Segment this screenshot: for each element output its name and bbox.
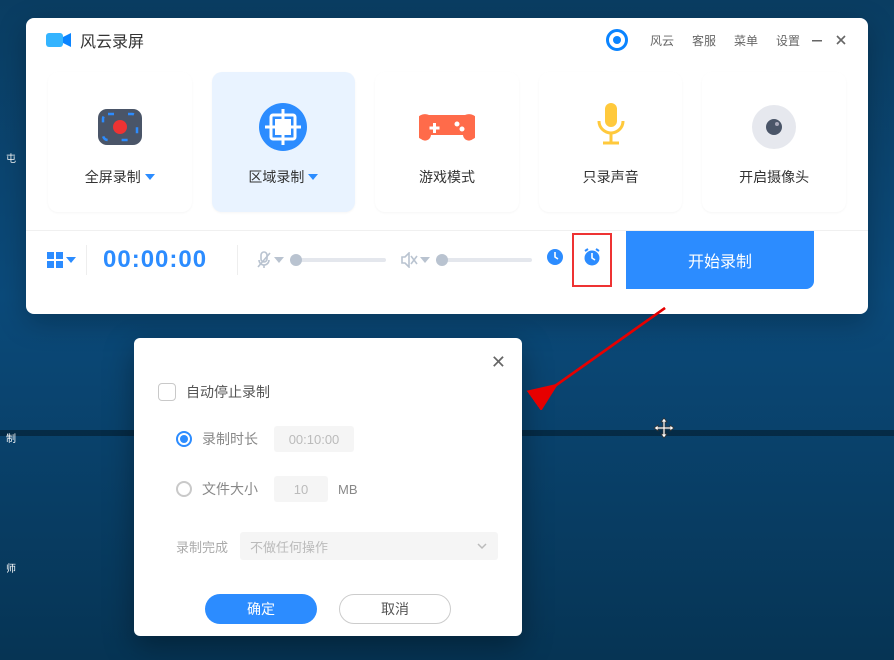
mode-region[interactable]: 区域录制 [212,72,356,212]
filesize-label: 文件大小 [202,479,264,499]
duration-input[interactable]: 00:10:00 [274,426,354,452]
move-cursor-icon [652,416,676,440]
speaker-muted-icon [400,252,430,268]
duration-label: 录制时长 [202,429,264,449]
timer-display: 00:00:00 [103,246,233,274]
auto-stop-label: 自动停止录制 [186,382,270,402]
ok-button[interactable]: 确定 [205,594,317,624]
after-select[interactable]: 不做任何操作 [240,532,498,560]
mode-game[interactable]: 游戏模式 [375,72,519,212]
titlebar: 风云录屏 风云 客服 菜单 设置 [26,18,868,62]
fullscreen-icon [92,97,148,157]
chevron-down-icon [308,174,318,180]
duration-radio[interactable] [176,431,192,447]
nav-support[interactable]: 客服 [692,32,716,49]
webcam-icon [748,97,800,157]
gamepad-icon [419,97,475,157]
mic-slider[interactable] [290,258,386,262]
mic-control[interactable] [256,251,386,269]
after-value: 不做任何操作 [250,537,328,556]
after-label: 录制完成 [176,537,228,556]
mic-muted-icon [256,251,284,269]
desktop-label: 制 [6,430,16,445]
mode-label: 全屏录制 [85,167,141,187]
mode-audio[interactable]: 只录声音 [539,72,683,212]
start-label: 开始录制 [688,248,752,272]
auto-stop-modal: ✕ 自动停止录制 录制时长 00:10:00 文件大小 10 MB 录制完成 不… [134,338,522,636]
modal-close-button[interactable]: ✕ [491,352,506,373]
speaker-control[interactable] [400,252,532,268]
alarm-highlight [572,233,612,287]
nav-fengyun[interactable]: 风云 [650,32,674,49]
microphone-icon [591,97,631,157]
annotation-arrow [520,300,680,410]
layout-button[interactable] [44,248,78,272]
nav-menu[interactable]: 菜单 [734,32,758,49]
start-record-button[interactable]: 开始录制 [626,231,814,289]
camera-icon [46,31,72,49]
mode-label: 游戏模式 [419,167,475,187]
filesize-unit: MB [338,482,358,497]
mode-label: 开启摄像头 [739,167,809,187]
chevron-down-icon [145,174,155,180]
chevron-down-icon [66,257,76,263]
desktop-label: 屯 [6,150,16,165]
mode-label: 只录声音 [583,167,639,187]
fengyun-icon[interactable] [606,29,628,51]
nav-settings[interactable]: 设置 [776,32,800,49]
cancel-button[interactable]: 取消 [339,594,451,624]
filesize-input[interactable]: 10 [274,476,328,502]
filesize-radio[interactable] [176,481,192,497]
mode-label: 区域录制 [248,167,304,187]
clock-icon[interactable] [546,248,564,271]
desktop-label: 师 [6,560,16,575]
close-button[interactable] [834,33,848,47]
desktop-edge: 屯 制 师 [0,0,18,660]
control-bar: 00:00:00 开始录制 [26,230,868,288]
chevron-down-icon [476,540,488,552]
app-window: 风云录屏 风云 客服 菜单 设置 全屏录制 区域录制 游 [26,18,868,314]
minimize-button[interactable] [810,33,824,47]
region-icon [255,97,311,157]
modes-row: 全屏录制 区域录制 游戏模式 只录声音 开启摄像头 [26,62,868,230]
mode-camera[interactable]: 开启摄像头 [702,72,846,212]
auto-stop-checkbox[interactable] [158,383,176,401]
alarm-icon[interactable] [582,247,602,272]
mode-fullscreen[interactable]: 全屏录制 [48,72,192,212]
app-logo: 风云录屏 [46,28,144,52]
app-title: 风云录屏 [80,28,144,52]
speaker-slider[interactable] [436,258,532,262]
